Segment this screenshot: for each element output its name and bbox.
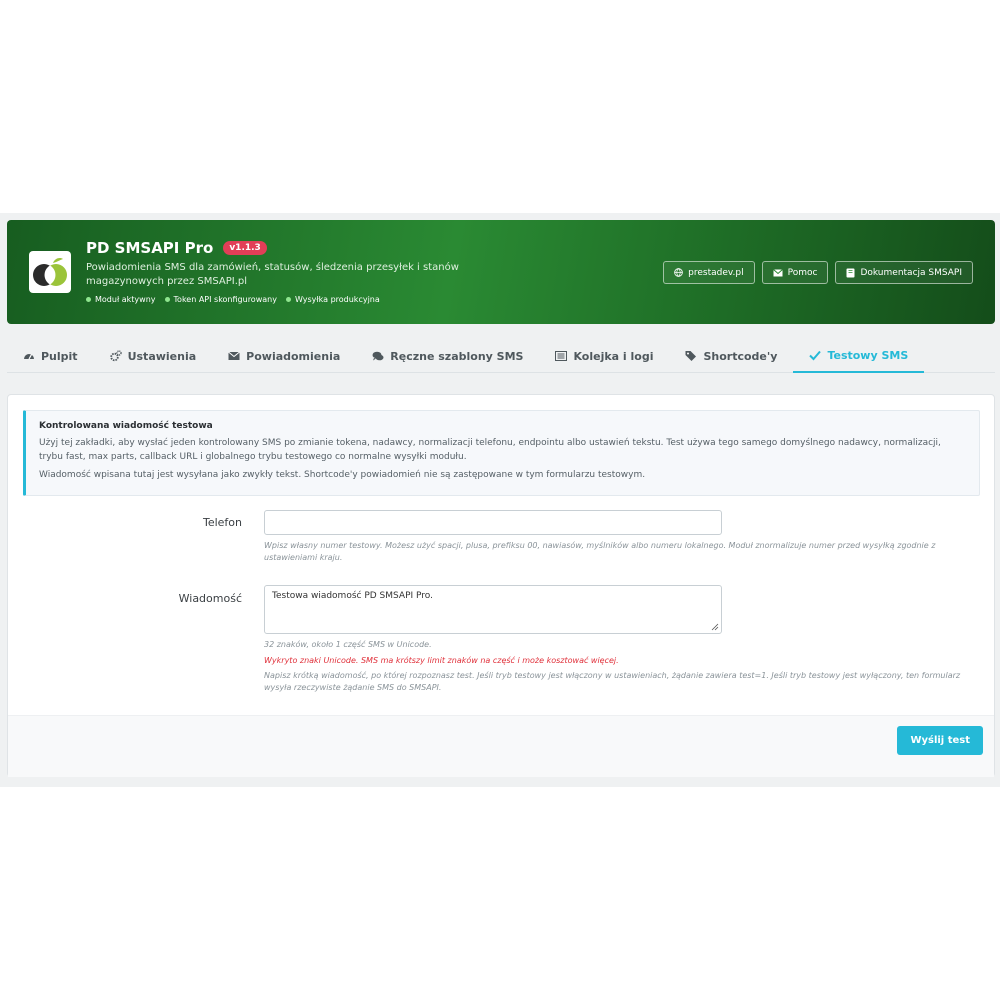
smsapi-docs-button[interactable]: Dokumentacja SMSAPI — [835, 261, 973, 284]
status-token-configured: Token API skonfigurowany — [164, 295, 277, 304]
module-subtitle: Powiadomienia SMS dla zamówień, statusów… — [86, 262, 459, 287]
module-logo — [29, 251, 71, 293]
status-dot-icon — [86, 297, 91, 302]
message-text: Testowa wiadomość PD SMSAPI Pro. — [272, 591, 433, 601]
module-title: PD SMSAPI Pro — [86, 239, 214, 257]
phone-input[interactable] — [264, 510, 722, 535]
tab-shortcodes[interactable]: Shortcode'y — [669, 339, 793, 373]
unicode-warning: Wykryto znaki Unicode. SMS ma krótszy li… — [264, 656, 619, 665]
panel-footer: Wyślij test — [8, 715, 994, 777]
tab-testowy-sms[interactable]: Testowy SMS — [793, 339, 925, 373]
tags-icon — [685, 351, 697, 361]
version-badge: v1.1.3 — [223, 241, 267, 255]
phone-label: Telefon — [202, 516, 242, 529]
tab-kolejka-i-logi[interactable]: Kolejka i logi — [539, 339, 669, 373]
alert-title: Kontrolowana wiadomość testowa — [39, 421, 213, 431]
tab-ustawienia[interactable]: Ustawienia — [94, 339, 213, 373]
phone-help: Wpisz własny numer testowy. Możesz użyć … — [264, 541, 936, 562]
book-icon — [846, 268, 855, 277]
test-sms-panel: Kontrolowana wiadomość testowa Użyj tej … — [7, 394, 995, 777]
envelope-icon — [772, 268, 783, 276]
prestadev-link-button[interactable]: prestadev.pl — [663, 261, 755, 284]
info-alert: Kontrolowana wiadomość testowa Użyj tej … — [23, 410, 980, 496]
comments-icon — [372, 351, 384, 361]
resize-handle-icon[interactable] — [711, 623, 719, 631]
status-list: Moduł aktywny Token API skonfigurowany W… — [86, 295, 380, 304]
list-icon — [555, 351, 568, 361]
message-label: Wiadomość — [178, 592, 242, 605]
message-textarea[interactable]: Testowa wiadomość PD SMSAPI Pro. — [264, 585, 722, 634]
char-counter: 32 znaków, około 1 część SMS w Unicode. — [264, 640, 432, 649]
tab-powiadomienia[interactable]: Powiadomienia — [212, 339, 356, 373]
tab-bar: Pulpit Ustawienia Powiadomienia Ręczne s… — [7, 339, 995, 373]
status-module-active: Moduł aktywny — [86, 295, 156, 304]
check-icon — [809, 350, 822, 361]
status-production-sending: Wysyłka produkcyjna — [285, 295, 380, 304]
tab-reczne-szablony-sms[interactable]: Ręczne szablony SMS — [356, 339, 539, 373]
envelope-icon — [228, 351, 240, 360]
send-test-button[interactable]: Wyślij test — [897, 726, 983, 755]
tab-pulpit[interactable]: Pulpit — [7, 339, 94, 373]
gears-icon — [109, 350, 122, 362]
globe-icon — [674, 268, 683, 277]
help-button[interactable]: Pomoc — [761, 261, 829, 284]
alert-text: Wiadomość wpisana tutaj jest wysyłana ja… — [39, 470, 646, 480]
alert-text: Użyj tej zakładki, aby wysłać jeden kont… — [39, 438, 941, 462]
module-header: PD SMSAPI Pro v1.1.3 Powiadomienia SMS d… — [7, 220, 995, 324]
status-dot-icon — [285, 297, 291, 302]
message-help: Napisz krótką wiadomość, po której rozpo… — [264, 671, 961, 692]
dashboard-icon — [24, 354, 34, 360]
status-dot-icon — [164, 297, 170, 302]
